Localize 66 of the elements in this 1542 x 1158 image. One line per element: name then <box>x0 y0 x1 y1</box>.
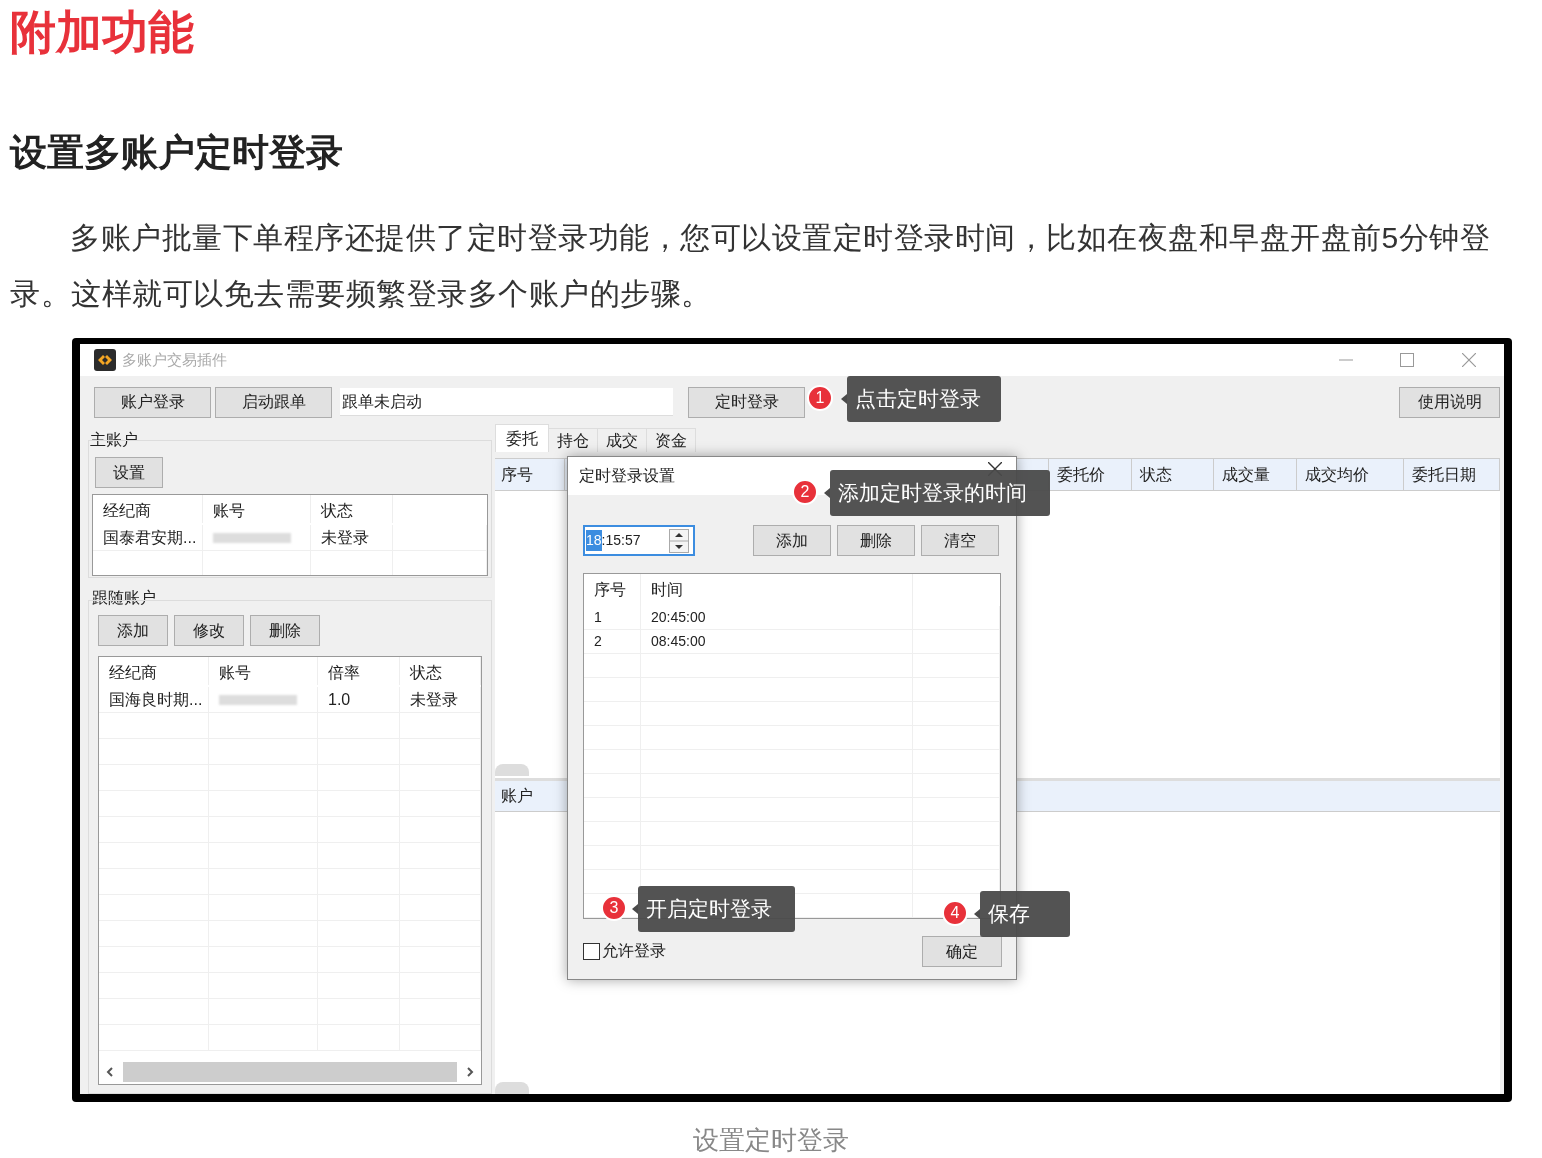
time-field[interactable]: 18:15:57 <box>583 525 695 556</box>
column-header: 账号 <box>203 495 311 523</box>
callout-pointer-icon <box>632 904 638 914</box>
toolbar-button[interactable]: 启动跟单 <box>215 386 332 418</box>
dialog-button[interactable]: 清空 <box>921 525 999 556</box>
tab[interactable]: 持仓 <box>549 428 598 452</box>
maximize-icon[interactable] <box>1400 353 1414 367</box>
callout-label: 保存 <box>980 891 1070 937</box>
help-button[interactable]: 使用说明 <box>1399 386 1500 418</box>
column-header: 状态 <box>1132 459 1214 490</box>
scrollbar-thumb[interactable] <box>123 1062 457 1082</box>
app-logo-icon <box>94 349 116 371</box>
table-cell-text: 20:45:00 <box>651 608 706 627</box>
step-number: 1 <box>807 385 833 411</box>
section-heading: 设置多账户定时登录 <box>10 131 343 175</box>
table-cell-text: 08:45:00 <box>651 632 706 651</box>
image-caption: 设置定时登录 <box>693 1124 849 1157</box>
page-heading: 附加功能 <box>10 5 194 60</box>
column-header: 序号 <box>584 574 641 606</box>
ok-button[interactable]: 确定 <box>922 936 1002 967</box>
callout-label: 开启定时登录 <box>638 886 795 932</box>
column-header: 成交量 <box>1214 459 1297 490</box>
follow-account-button[interactable]: 添加 <box>98 615 168 646</box>
dialog-button[interactable]: 添加 <box>753 525 831 556</box>
dialog-title: 定时登录设置 <box>579 466 675 486</box>
table-cell-text: 未登录 <box>321 527 369 548</box>
column-header: 状态 <box>400 657 481 685</box>
column-header: 时间 <box>641 574 913 606</box>
allow-login-checkbox[interactable]: 允许登录 <box>583 939 666 963</box>
window-title: 多账户交易插件 <box>122 349 227 370</box>
column-header: 账号 <box>209 657 318 685</box>
scroll-left-icon[interactable] <box>105 1067 115 1077</box>
timer-login-button[interactable]: 定时登录 <box>688 386 805 418</box>
toolbar-button[interactable]: 账户登录 <box>94 386 211 418</box>
status-field: 跟单未启动 <box>340 388 673 416</box>
spinner-icon[interactable] <box>669 529 689 553</box>
table-cell-text: 1 <box>594 608 602 627</box>
table-cell-text: 1.0 <box>328 689 351 710</box>
follow-account-button[interactable]: 修改 <box>174 615 244 646</box>
table-cell-text: 2 <box>594 632 602 651</box>
tab[interactable]: 资金 <box>647 428 696 452</box>
column-header: 账户 <box>500 786 534 806</box>
column-header: 状态 <box>311 495 393 523</box>
callout-label: 添加定时登录的时间 <box>830 470 1050 516</box>
tab[interactable]: 成交 <box>598 428 647 452</box>
callout-label: 点击定时登录 <box>847 376 1001 422</box>
table-cell-text: 未登录 <box>410 689 458 710</box>
column-header: 成交均价 <box>1297 459 1404 490</box>
table-cell-text: 国海良时期... <box>109 689 203 710</box>
column-header: 委托日期 <box>1404 459 1500 490</box>
scrollbar-thumb[interactable] <box>495 764 529 776</box>
table-cell-text: 国泰君安期... <box>103 527 197 548</box>
callout-pointer-icon <box>974 909 980 919</box>
follow-account-button[interactable]: 删除 <box>250 615 320 646</box>
callout-pointer-icon <box>841 394 847 404</box>
tab[interactable]: 委托 <box>495 424 549 452</box>
column-header: 倍率 <box>318 657 400 685</box>
column-header: 经纪商 <box>93 495 203 523</box>
scroll-right-icon[interactable] <box>465 1067 475 1077</box>
scrollbar-thumb[interactable] <box>495 1082 529 1094</box>
article-paragraph: 多账户批量下单程序还提供了定时登录功能，您可以设置定时登录时间，比如在夜盘和早盘开盘前5分钟登录。这样就可以免去需要频繁登录多个账户的步骤。 <box>10 220 1492 312</box>
settings-button[interactable]: 设置 <box>95 457 163 488</box>
column-header: 经纪商 <box>99 657 209 685</box>
dialog-button[interactable]: 删除 <box>837 525 915 556</box>
callout-pointer-icon <box>824 488 830 498</box>
column-header: 序号 <box>495 459 565 490</box>
